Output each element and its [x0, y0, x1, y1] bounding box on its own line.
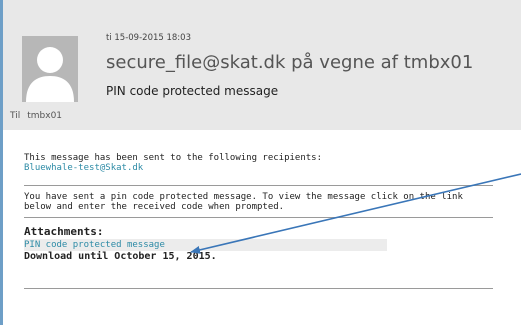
sender[interactable]: secure_file@skat.dk på vegne af tmbx01 [106, 52, 473, 73]
download-until: Download until October 15, 2015. [24, 251, 217, 262]
attachments-title: Attachments: [24, 225, 104, 238]
subject: PIN code protected message [106, 84, 279, 98]
recipients-intro: This message has been sent to the follow… [24, 153, 323, 163]
info-line-1: You have sent a pin code protected messa… [24, 192, 463, 202]
info-text: You have sent a pin code protected messa… [24, 192, 494, 212]
to-label: Til [10, 111, 21, 121]
attachment-row[interactable]: PIN code protected message [24, 239, 387, 251]
divider [24, 288, 493, 289]
to-line: Til tmbx01 [10, 111, 62, 121]
message-body: This message has been sent to the follow… [3, 130, 521, 325]
avatar [22, 36, 78, 102]
timestamp: ti 15-09-2015 18:03 [106, 33, 191, 43]
divider [24, 185, 493, 186]
divider [24, 217, 493, 218]
to-recipient[interactable]: tmbx01 [27, 111, 62, 121]
info-line-2: below and enter the received code when p… [24, 202, 285, 212]
person-icon [26, 47, 74, 102]
email-header: Til tmbx01 ti 15-09-2015 18:03 secure_fil… [3, 0, 521, 130]
recipient-email-link[interactable]: Bluewhale-test@Skat.dk [24, 163, 143, 173]
attachment-link[interactable]: PIN code protected message [24, 240, 165, 250]
